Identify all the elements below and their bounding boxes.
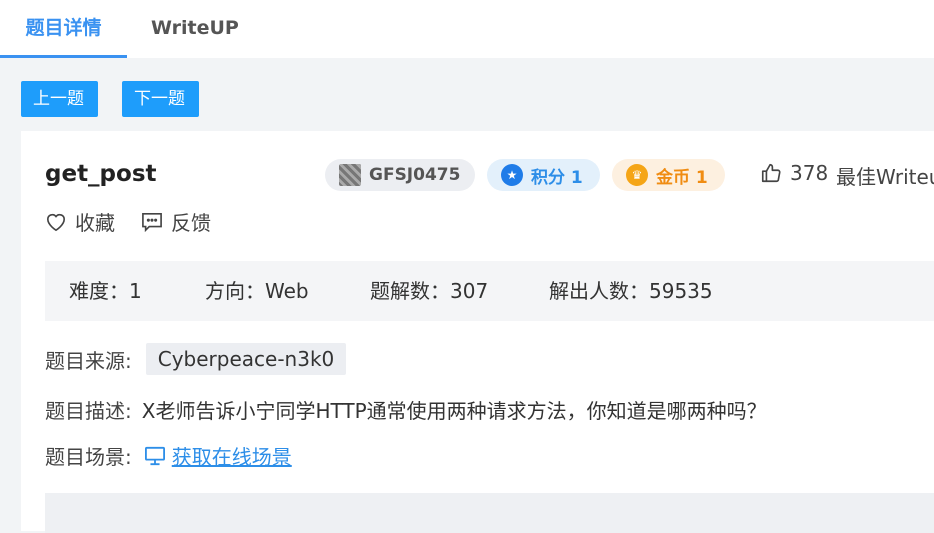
collect-button[interactable]: 收藏 bbox=[45, 207, 115, 236]
source-tag: Cyberpeace-n3k0 bbox=[145, 343, 347, 375]
author-name: GFSJ0475 bbox=[369, 165, 461, 185]
score-label: 积分 1 bbox=[531, 167, 583, 188]
next-challenge-button[interactable]: 下一题 bbox=[122, 81, 199, 117]
stats-bar: 难度：1 方向：Web 题解数：307 解出人数：59535 bbox=[45, 261, 934, 321]
direction-stat: 方向：Web bbox=[205, 279, 309, 303]
source-label: 题目来源: bbox=[45, 348, 132, 373]
best-writeup-link[interactable]: 最佳Writeup bbox=[836, 161, 934, 190]
star-icon: ★ bbox=[501, 164, 523, 186]
prev-challenge-button[interactable]: 上一题 bbox=[21, 81, 98, 117]
scene-label: 题目场景: bbox=[45, 445, 132, 469]
difficulty-stat: 难度：1 bbox=[69, 279, 142, 303]
tab-detail[interactable]: 题目详情 bbox=[0, 0, 127, 58]
thumbs-up-icon bbox=[761, 163, 781, 183]
like-button[interactable]: 378 bbox=[760, 161, 828, 185]
avatar bbox=[339, 164, 361, 186]
gold-label: 金币 1 bbox=[656, 167, 708, 188]
description-label: 题目描述: bbox=[45, 399, 132, 423]
source-row: 题目来源: Cyberpeace-n3k0 bbox=[45, 343, 347, 375]
author-badge[interactable]: GFSJ0475 bbox=[325, 159, 475, 191]
coin-icon: ♛ bbox=[626, 164, 648, 186]
tab-writeup[interactable]: WriteUP bbox=[151, 0, 239, 58]
challenge-card: get_post GFSJ0475 ★ 积分 1 ♛ 金币 1 378 最佳Wr… bbox=[21, 131, 934, 533]
heart-icon bbox=[46, 213, 66, 231]
feedback-button[interactable]: 反馈 bbox=[141, 207, 211, 236]
solvers-stat: 解出人数：59535 bbox=[549, 279, 713, 303]
challenge-title: get_post bbox=[45, 161, 157, 187]
feedback-label: 反馈 bbox=[171, 211, 211, 235]
monitor-icon bbox=[144, 446, 165, 465]
feedback-icon bbox=[142, 212, 162, 232]
content-panel bbox=[45, 493, 934, 533]
score-badge: ★ 积分 1 bbox=[487, 159, 600, 191]
like-count: 378 bbox=[790, 161, 829, 185]
get-scene-link[interactable]: 获取在线场景 bbox=[144, 441, 292, 470]
scene-row: 题目场景: 获取在线场景 bbox=[45, 441, 292, 470]
collect-label: 收藏 bbox=[75, 211, 115, 235]
get-scene-label: 获取在线场景 bbox=[171, 445, 292, 469]
solutions-stat: 题解数：307 bbox=[370, 279, 489, 303]
gold-badge: ♛ 金币 1 bbox=[612, 159, 725, 191]
description-row: 题目描述: X老师告诉小宁同学HTTP通常使用两种请求方法，你知道是哪两种吗？ bbox=[45, 395, 767, 424]
tab-bar: 题目详情 WriteUP bbox=[0, 0, 934, 58]
description-text: X老师告诉小宁同学HTTP通常使用两种请求方法，你知道是哪两种吗？ bbox=[141, 399, 767, 423]
